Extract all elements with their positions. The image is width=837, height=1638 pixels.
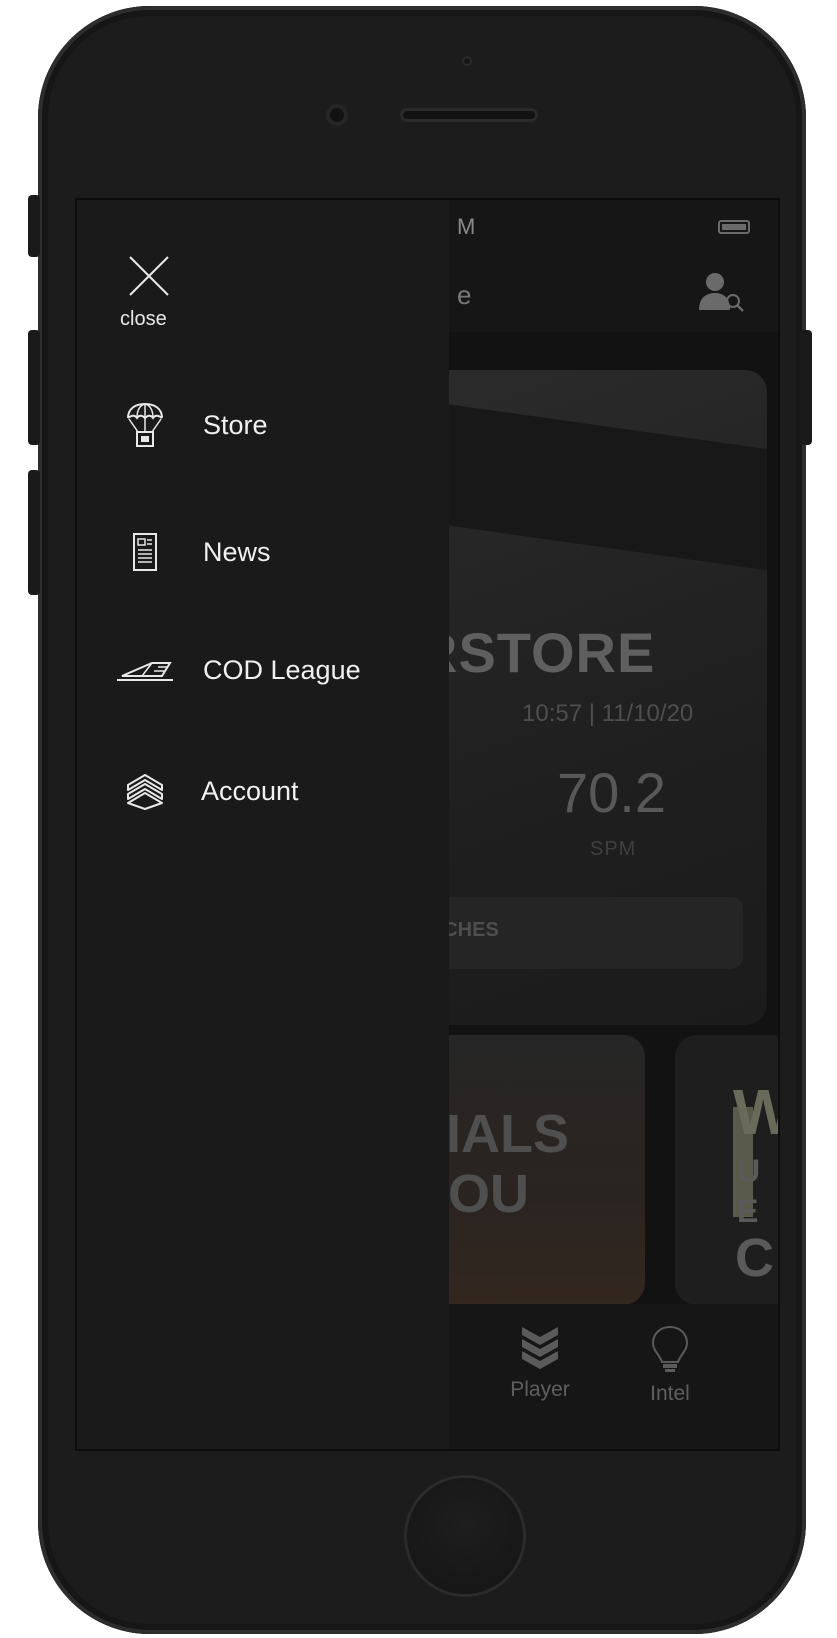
user-search-icon[interactable]	[697, 270, 747, 314]
navigation-drawer: close Store News COD League Account	[77, 200, 449, 1449]
close-icon	[129, 256, 169, 296]
menu-item-store[interactable]: Store	[115, 395, 415, 455]
status-time: M	[457, 214, 476, 239]
chevrons-icon	[522, 1327, 558, 1369]
menu-item-label: News	[203, 537, 271, 567]
tab-player-label: Player	[510, 1378, 570, 1401]
tab-intel-label: Intel	[650, 1382, 690, 1405]
front-sensor	[462, 56, 472, 66]
page-title: e	[457, 280, 472, 310]
promo-card-secondary[interactable]: W U E C	[675, 1035, 778, 1305]
promo2-letter: C	[735, 1228, 774, 1288]
hero-timestamp: 10:57 | 11/10/20	[522, 700, 694, 727]
menu-item-label: COD League	[203, 655, 361, 685]
matches-button[interactable]: TCHES	[417, 897, 743, 969]
home-button[interactable]	[407, 1478, 523, 1594]
earpiece-speaker	[400, 108, 538, 122]
tab-player[interactable]: Player	[495, 1324, 585, 1402]
ramp-icon	[115, 648, 175, 692]
airdrop-parachute-icon	[115, 402, 175, 447]
power-button	[800, 330, 812, 445]
rank-chevrons-icon	[115, 769, 175, 813]
screen: M e RSTORE 10:57 | 11/10/20 70.2 SPM TCH…	[75, 198, 780, 1451]
hero-unit: SPM	[590, 838, 637, 860]
hero-card[interactable]: RSTORE 10:57 | 11/10/20 70.2 SPM TCHES	[407, 370, 767, 1025]
front-camera	[326, 104, 348, 126]
volume-down-button	[28, 470, 40, 595]
close-button[interactable]: close	[115, 252, 187, 338]
newspaper-icon	[115, 530, 175, 574]
lightbulb-icon	[651, 1325, 689, 1372]
promo2-letter: W	[733, 1075, 778, 1149]
menu-item-cod-league[interactable]: COD League	[115, 640, 415, 700]
menu-item-news[interactable]: News	[115, 522, 415, 582]
promo2-letter: U	[737, 1153, 761, 1189]
volume-up-button	[28, 330, 40, 445]
battery-icon	[718, 220, 750, 234]
mute-switch	[28, 195, 40, 257]
hero-title: RSTORE	[417, 621, 656, 684]
close-label: close	[120, 308, 167, 330]
menu-item-account[interactable]: Account	[115, 761, 415, 821]
promo2-letter: E	[737, 1193, 759, 1229]
hero-value: 70.2	[557, 761, 666, 824]
menu-item-label: Account	[201, 776, 299, 806]
menu-item-label: Store	[203, 410, 268, 440]
tab-intel[interactable]: Intel	[625, 1324, 715, 1406]
hero-stripe	[407, 394, 767, 586]
